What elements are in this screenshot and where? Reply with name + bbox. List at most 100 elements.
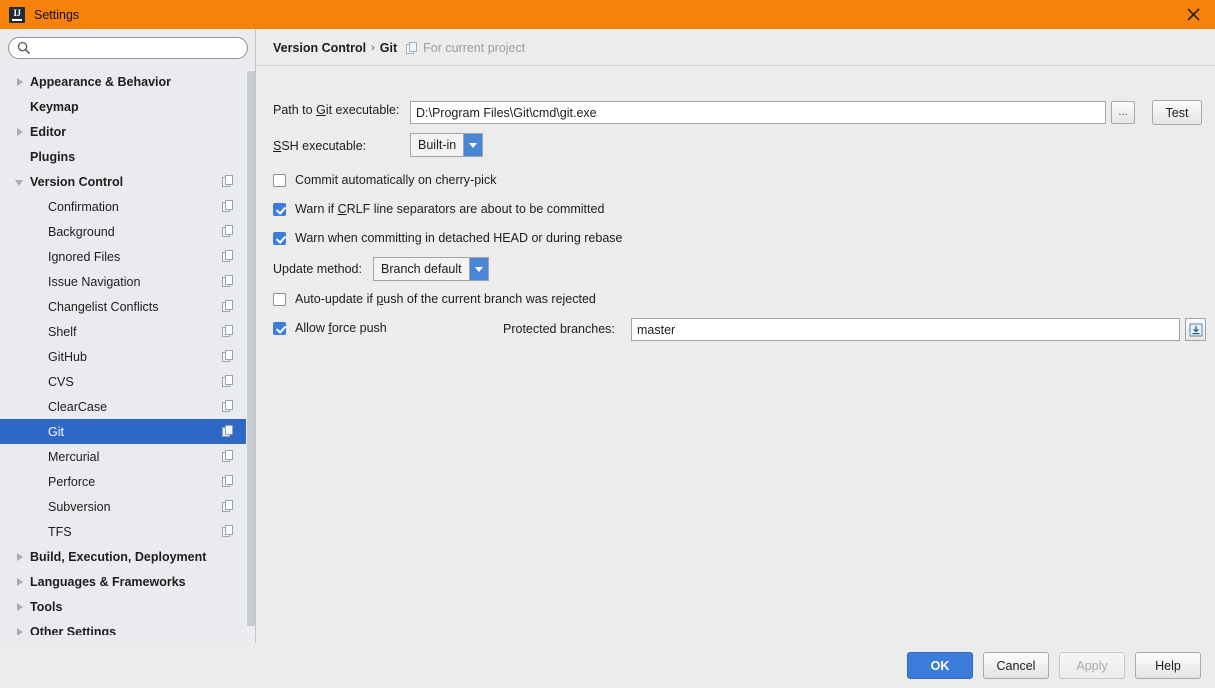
ok-button[interactable]: OK: [907, 652, 973, 679]
sidebar-item-label: ClearCase: [48, 399, 108, 414]
browse-button[interactable]: ...: [1111, 101, 1135, 124]
test-button[interactable]: Test: [1152, 100, 1202, 125]
chevron-right-icon[interactable]: [13, 625, 27, 635]
sidebar-item-plugins[interactable]: Plugins: [0, 144, 248, 169]
breadcrumb-parent[interactable]: Version Control: [273, 41, 366, 55]
tree-arrow-spacer: [13, 150, 27, 164]
sidebar-item-github[interactable]: GitHub: [0, 344, 248, 369]
sidebar-item-label: Languages & Frameworks: [30, 574, 186, 589]
window-titlebar: Settings: [0, 0, 1215, 29]
configurable-scope-icon: [222, 400, 234, 412]
header-divider: [256, 65, 1215, 66]
sidebar-item-shelf[interactable]: Shelf: [0, 319, 248, 344]
git-path-label: Path to Git executable:: [273, 103, 400, 117]
tree-arrow-spacer: [13, 100, 27, 114]
sidebar-item-label: GitHub: [48, 349, 87, 364]
chevron-down-icon[interactable]: [463, 134, 483, 156]
configurable-scope-icon: [222, 200, 234, 212]
checkbox-box[interactable]: [273, 231, 286, 245]
chevron-right-icon[interactable]: [13, 75, 27, 89]
configurable-scope-icon: [222, 325, 234, 337]
protected-branches-row: Protected branches:: [503, 322, 615, 336]
configurable-scope-icon: [222, 425, 234, 437]
search-input[interactable]: [8, 37, 248, 59]
sidebar-item-cvs[interactable]: CVS: [0, 369, 248, 394]
apply-button: Apply: [1059, 652, 1125, 679]
chevron-right-icon[interactable]: [13, 550, 27, 564]
checkbox-label: Allow force push: [295, 321, 387, 335]
breadcrumb: Version Control › Git For current projec…: [273, 41, 525, 55]
configurable-scope-icon: [222, 475, 234, 487]
sidebar-item-clearcase[interactable]: ClearCase: [0, 394, 248, 419]
chevron-right-icon[interactable]: [13, 575, 27, 589]
close-icon[interactable]: [1171, 0, 1215, 29]
sidebar-item-tfs[interactable]: TFS: [0, 519, 248, 544]
sidebar-item-label: Shelf: [48, 324, 77, 339]
sidebar-item-issue-navigation[interactable]: Issue Navigation: [0, 269, 248, 294]
git-path-input[interactable]: [410, 101, 1106, 124]
checkbox-box[interactable]: [273, 292, 286, 306]
chevron-down-icon[interactable]: [13, 175, 27, 189]
update-method-value: Branch default: [374, 258, 469, 280]
chevron-right-icon[interactable]: [13, 600, 27, 614]
sidebar-item-label: Appearance & Behavior: [30, 74, 172, 89]
breadcrumb-scope-text: For current project: [423, 41, 526, 55]
sidebar-item-subversion[interactable]: Subversion: [0, 494, 248, 519]
settings-content-pane: Version Control › Git For current projec…: [256, 29, 1215, 643]
sidebar-item-tools[interactable]: Tools: [0, 594, 248, 619]
sidebar-item-changelist-conflicts[interactable]: Changelist Conflicts: [0, 294, 248, 319]
sidebar-item-keymap[interactable]: Keymap: [0, 94, 248, 119]
checkbox-commit-on-cherry-pick[interactable]: Commit automatically on cherry-pick: [273, 173, 496, 187]
sidebar-item-editor[interactable]: Editor: [0, 119, 248, 144]
intellij-idea-icon: [9, 6, 25, 23]
sidebar-item-languages-frameworks[interactable]: Languages & Frameworks: [0, 569, 248, 594]
ssh-executable-label: SSH executable:: [273, 139, 367, 153]
ssh-executable-combo[interactable]: Built-in: [410, 133, 484, 157]
sidebar-item-label: Background: [48, 224, 115, 239]
window-title: Settings: [34, 7, 80, 22]
checkbox-auto-update-on-reject[interactable]: Auto-update if push of the current branc…: [273, 292, 596, 306]
help-button[interactable]: Help: [1135, 652, 1201, 679]
sidebar-scrollbar-thumb[interactable]: [247, 71, 255, 626]
sidebar-item-perforce[interactable]: Perforce: [0, 469, 248, 494]
checkbox-label: Commit automatically on cherry-pick: [295, 173, 497, 187]
sidebar-item-ignored-files[interactable]: Ignored Files: [0, 244, 248, 269]
checkbox-box[interactable]: [273, 321, 286, 335]
sidebar-item-label: Tools: [30, 599, 63, 614]
dialog-body: Appearance & Behavior Keymap Editor Plugins…: [0, 29, 1215, 643]
sidebar-item-label: Issue Navigation: [48, 274, 141, 289]
configurable-scope-icon: [222, 175, 234, 187]
configurable-scope-icon: [222, 350, 234, 362]
protected-branches-input[interactable]: [631, 318, 1180, 341]
checkbox-allow-force-push[interactable]: Allow force push: [273, 321, 387, 335]
configurable-scope-icon: [222, 275, 234, 287]
chevron-down-icon[interactable]: [468, 258, 488, 280]
checkbox-box[interactable]: [273, 202, 286, 216]
chevron-right-icon[interactable]: [13, 125, 27, 139]
update-method-label: Update method:: [273, 262, 362, 276]
sidebar-item-label: Ignored Files: [48, 249, 121, 264]
sidebar-item-label: TFS: [48, 524, 72, 539]
sidebar-item-version-control[interactable]: Version Control: [0, 169, 248, 194]
sidebar-item-confirmation[interactable]: Confirmation: [0, 194, 248, 219]
sidebar-item-appearance-behavior[interactable]: Appearance & Behavior: [0, 69, 248, 94]
sidebar-item-label: Perforce: [48, 474, 96, 489]
update-method-combo[interactable]: Branch default: [373, 257, 489, 281]
sidebar-item-mercurial[interactable]: Mercurial: [0, 444, 248, 469]
settings-tree[interactable]: Appearance & Behavior Keymap Editor Plugins…: [0, 69, 248, 635]
cancel-button[interactable]: Cancel: [983, 652, 1049, 679]
sidebar-item-other-settings[interactable]: Other Settings: [0, 619, 248, 635]
checkbox-warn-detached-head[interactable]: Warn when committing in detached HEAD or…: [273, 231, 622, 245]
sidebar-scrollbar[interactable]: [246, 69, 255, 635]
expand-editor-icon[interactable]: [1185, 318, 1206, 341]
sidebar-item-background[interactable]: Background: [0, 219, 248, 244]
sidebar-item-label: Git: [48, 424, 64, 439]
protected-branches-label: Protected branches:: [503, 322, 615, 336]
checkbox-warn-crlf[interactable]: Warn if CRLF line separators are about t…: [273, 202, 604, 216]
sidebar-item-build-execution-deployment[interactable]: Build, Execution, Deployment: [0, 544, 248, 569]
checkbox-box[interactable]: [273, 173, 286, 187]
sidebar-item-git[interactable]: Git: [0, 419, 248, 444]
configurable-scope-icon: [222, 525, 234, 537]
configurable-scope-icon: [222, 450, 234, 462]
sidebar-item-label: CVS: [48, 374, 74, 389]
